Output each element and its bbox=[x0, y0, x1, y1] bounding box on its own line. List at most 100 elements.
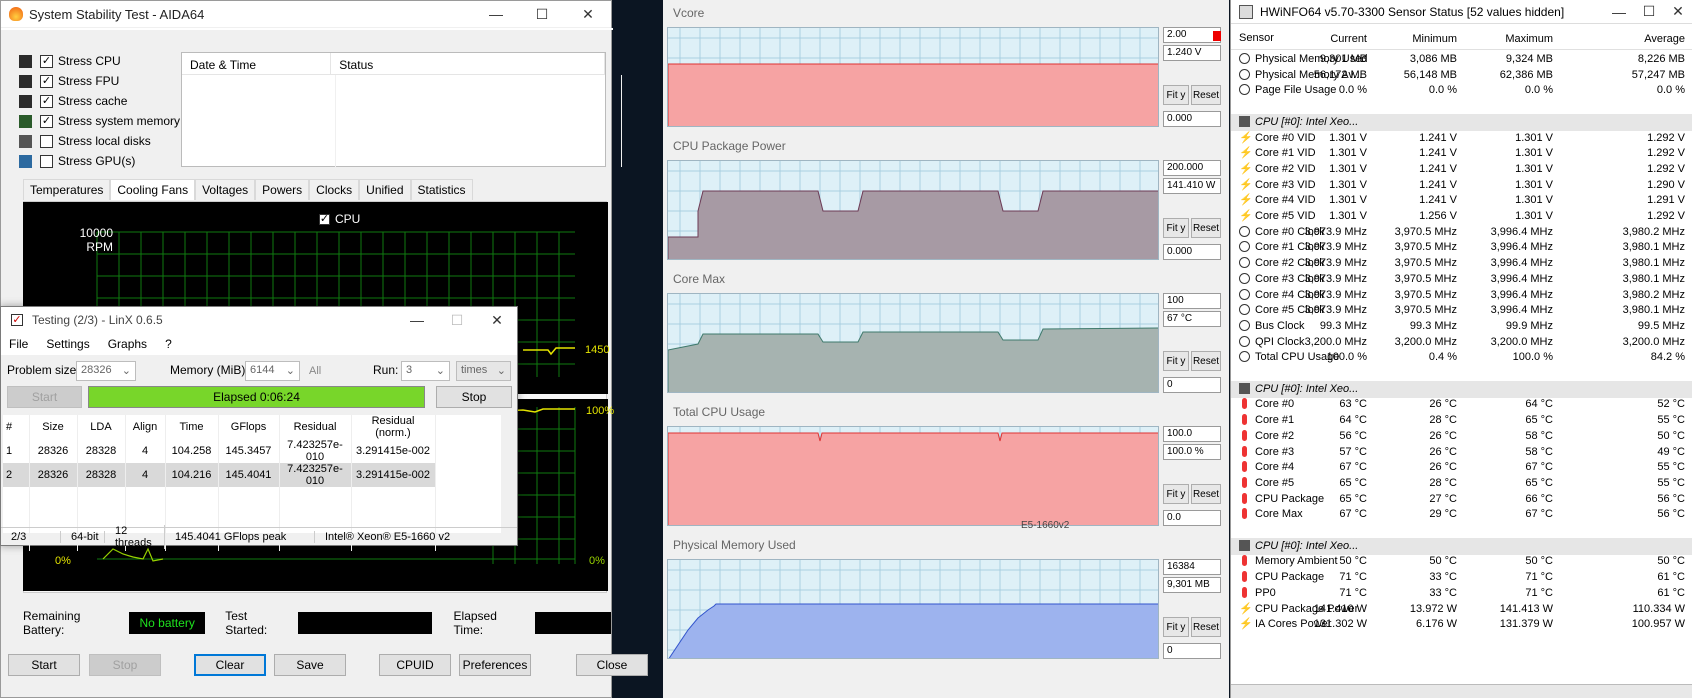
sensor-row[interactable]: ⚡ IA Cores Power 131.302 W 6.176 W 131.379 W… bbox=[1231, 616, 1692, 633]
sensor-row[interactable]: ⚡ Core #2 VID 1.301 V 1.241 V 1.301 V 1.292 V bbox=[1231, 161, 1692, 178]
menu-file[interactable]: File bbox=[9, 337, 28, 351]
checkbox-icon[interactable]: ✓ bbox=[40, 74, 53, 88]
stress-option[interactable]: Stress local disks bbox=[19, 131, 180, 151]
panel-top-value[interactable]: 200.000 bbox=[1163, 160, 1221, 176]
panel-bottom-value[interactable]: 0 bbox=[1163, 377, 1221, 393]
sensor-row[interactable]: Total CPU Usage 100.0 % 0.4 % 100.0 % 84.2 % bbox=[1231, 349, 1692, 366]
tab-powers[interactable]: Powers bbox=[255, 179, 310, 200]
sensor-row[interactable]: Core #4 67 °C 26 °C 67 °C 55 °C bbox=[1231, 459, 1692, 476]
tab-statistics[interactable]: Statistics bbox=[410, 179, 473, 200]
stop-button[interactable]: Stop bbox=[89, 654, 161, 676]
tab-cooling-fans[interactable]: Cooling Fans bbox=[110, 179, 196, 200]
tab-unified[interactable]: Unified bbox=[359, 179, 411, 200]
menu-graphs[interactable]: Graphs bbox=[108, 337, 147, 351]
sensor-row[interactable]: Core #2 56 °C 26 °C 58 °C 50 °C bbox=[1231, 428, 1692, 445]
sensor-group-header[interactable]: CPU [#0]: Intel Xeo... bbox=[1231, 537, 1692, 555]
panel-bottom-value[interactable]: 0.0 bbox=[1163, 510, 1221, 526]
fit-y-button[interactable]: Fit y bbox=[1163, 218, 1189, 238]
sensor-row[interactable]: ⚡ Core #3 VID 1.301 V 1.241 V 1.301 V 1.290 V bbox=[1231, 177, 1692, 194]
col-maximum[interactable]: Maximum bbox=[1505, 33, 1553, 45]
sensor-row[interactable]: Memory Ambient 50 °C 50 °C 50 °C 50 °C bbox=[1231, 553, 1692, 570]
sensor-row[interactable]: Page File Usage 0.0 % 0.0 % 0.0 % 0.0 % bbox=[1231, 82, 1692, 99]
tab-temperatures[interactable]: Temperatures bbox=[23, 179, 111, 200]
col-current[interactable]: Current bbox=[1330, 33, 1367, 45]
panel-bottom-value[interactable]: 0 bbox=[1163, 643, 1221, 659]
preferences-button[interactable]: Preferences bbox=[459, 654, 531, 676]
reset-button[interactable]: Reset bbox=[1191, 484, 1221, 504]
results-col-header[interactable]: Time bbox=[165, 415, 219, 439]
sensor-row[interactable]: Core Max 67 °C 29 °C 67 °C 56 °C bbox=[1231, 506, 1692, 523]
fan-legend[interactable]: ✓ CPU bbox=[319, 212, 360, 226]
tab-voltages[interactable]: Voltages bbox=[195, 179, 256, 200]
sensor-row[interactable]: ⚡ Core #0 VID 1.301 V 1.241 V 1.301 V 1.292 V bbox=[1231, 130, 1692, 147]
minimize-icon[interactable]: — bbox=[397, 307, 437, 333]
stress-option[interactable]: ✓ Stress FPU bbox=[19, 71, 180, 91]
stress-option[interactable]: ✓ Stress system memory bbox=[19, 111, 180, 131]
maximize-icon[interactable]: ☐ bbox=[437, 307, 477, 333]
sensor-row[interactable]: Bus Clock 99.3 MHz 99.3 MHz 99.9 MHz 99.5 MH… bbox=[1231, 318, 1692, 335]
results-col-header[interactable]: GFlops bbox=[218, 415, 280, 439]
run-select[interactable]: 3 ⌄ bbox=[401, 361, 450, 381]
results-col-header[interactable]: LDA bbox=[77, 415, 126, 439]
log-header-datetime[interactable]: Date & Time bbox=[182, 53, 332, 74]
sensor-row[interactable]: Core #0 63 °C 26 °C 64 °C 52 °C bbox=[1231, 396, 1692, 413]
stress-option[interactable]: ✓ Stress cache bbox=[19, 91, 180, 111]
fit-y-button[interactable]: Fit y bbox=[1163, 484, 1189, 504]
cpuid-button[interactable]: CPUID bbox=[379, 654, 451, 676]
sensor-row[interactable]: Core #0 Clock 3,973.9 MHz 3,970.5 MHz 3,996… bbox=[1231, 224, 1692, 241]
col-average[interactable]: Average bbox=[1644, 33, 1685, 45]
close-icon[interactable]: ✕ bbox=[477, 307, 517, 333]
checkbox-icon[interactable]: ✓ bbox=[40, 54, 53, 68]
results-col-header[interactable]: Residual (norm.) bbox=[351, 415, 436, 439]
results-col-header[interactable]: Size bbox=[29, 415, 78, 439]
minimize-icon[interactable]: — bbox=[1604, 0, 1634, 25]
start-button[interactable]: Start bbox=[8, 654, 80, 676]
problem-size-select[interactable]: 28326 ⌄ bbox=[76, 361, 136, 381]
sensor-row[interactable]: Core #5 65 °C 28 °C 65 °C 55 °C bbox=[1231, 475, 1692, 492]
reset-button[interactable]: Reset bbox=[1191, 218, 1221, 238]
sensor-row[interactable]: QPI Clock 3,200.0 MHz 3,200.0 MHz 3,200.0 M… bbox=[1231, 334, 1692, 351]
sensor-row[interactable]: Physical Memory Used 9,301 MB 3,086 MB 9,32… bbox=[1231, 51, 1692, 68]
memory-select[interactable]: 6144 ⌄ bbox=[245, 361, 300, 381]
close-button[interactable]: Close bbox=[576, 654, 648, 676]
results-col-header[interactable]: Residual bbox=[279, 415, 352, 439]
sensor-row[interactable]: ⚡ Core #4 VID 1.301 V 1.241 V 1.301 V 1.291 V bbox=[1231, 192, 1692, 209]
linx-stop-button[interactable]: Stop bbox=[436, 386, 512, 408]
menu-settings[interactable]: Settings bbox=[46, 337, 89, 351]
sensor-row[interactable]: Core #1 Clock 3,973.9 MHz 3,970.5 MHz 3,996… bbox=[1231, 239, 1692, 256]
checkbox-icon[interactable]: ✓ bbox=[319, 213, 330, 225]
all-label[interactable]: All bbox=[309, 365, 321, 377]
table-row[interactable]: 2 28326 28328 4 104.216 145.4041 7.423257e-010… bbox=[3, 463, 436, 487]
checkbox-icon[interactable]: ✓ bbox=[40, 94, 53, 108]
sensor-row[interactable]: CPU Package 71 °C 33 °C 71 °C 61 °C bbox=[1231, 569, 1692, 586]
reset-button[interactable]: Reset bbox=[1191, 85, 1221, 105]
results-col-header[interactable]: Align bbox=[125, 415, 166, 439]
color-swatch[interactable] bbox=[1213, 31, 1221, 41]
maximize-icon[interactable]: ☐ bbox=[1634, 0, 1664, 25]
panel-bottom-value[interactable]: 0.000 bbox=[1163, 111, 1221, 127]
clear-button[interactable]: Clear bbox=[194, 654, 266, 676]
fit-y-button[interactable]: Fit y bbox=[1163, 85, 1189, 105]
minimize-icon[interactable]: — bbox=[473, 1, 519, 27]
panel-top-value[interactable]: 16384 bbox=[1163, 559, 1221, 575]
panel-bottom-value[interactable]: 0.000 bbox=[1163, 244, 1221, 260]
maximize-icon[interactable]: ☐ bbox=[519, 1, 565, 27]
sensor-row[interactable]: Physical Memory Av... 56,172 MB 56,148 MB 6… bbox=[1231, 67, 1692, 84]
stress-option[interactable]: Stress GPU(s) bbox=[19, 151, 180, 171]
sensor-row[interactable]: Core #4 Clock 3,973.9 MHz 3,970.5 MHz 3,996… bbox=[1231, 287, 1692, 304]
checkbox-icon[interactable] bbox=[40, 154, 53, 168]
sensor-group-header[interactable]: CPU [#0]: Intel Xeo... bbox=[1231, 380, 1692, 398]
sensor-row[interactable]: PP0 71 °C 33 °C 71 °C 61 °C bbox=[1231, 585, 1692, 602]
sensor-row[interactable]: ⚡ Core #5 VID 1.301 V 1.256 V 1.301 V 1.292 V bbox=[1231, 208, 1692, 225]
reset-button[interactable]: Reset bbox=[1191, 351, 1221, 371]
save-button[interactable]: Save bbox=[274, 654, 346, 676]
col-sensor[interactable]: Sensor bbox=[1239, 32, 1274, 44]
sensor-row[interactable]: CPU Package 65 °C 27 °C 66 °C 56 °C bbox=[1231, 491, 1692, 508]
sensor-row[interactable]: ⚡ CPU Package Power 141.410 W 13.972 W 141.4… bbox=[1231, 601, 1692, 618]
sensor-row[interactable]: ⚡ Core #1 VID 1.301 V 1.241 V 1.301 V 1.292 V bbox=[1231, 145, 1692, 162]
panel-top-value[interactable]: 100.0 bbox=[1163, 426, 1221, 442]
sensor-group-header[interactable]: CPU [#0]: Intel Xeo... bbox=[1231, 113, 1692, 131]
results-col-header[interactable]: # bbox=[3, 415, 30, 439]
fit-y-button[interactable]: Fit y bbox=[1163, 351, 1189, 371]
close-icon[interactable]: ✕ bbox=[1664, 0, 1692, 25]
